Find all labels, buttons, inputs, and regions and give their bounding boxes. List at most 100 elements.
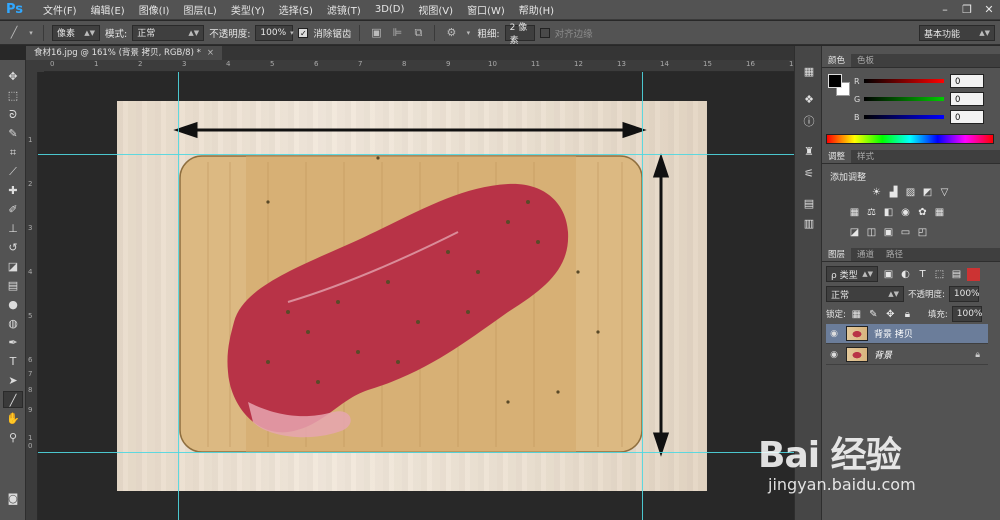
color-lookup-icon[interactable]: ▦	[933, 206, 946, 219]
exposure-icon[interactable]: ◩	[921, 186, 934, 199]
menu-filter[interactable]: 滤镜(T)	[320, 2, 368, 17]
quick-select-tool-icon[interactable]: ✎	[3, 125, 23, 142]
lasso-tool-icon[interactable]: ᘐ	[3, 106, 23, 123]
gradient-tool-icon[interactable]: ▤	[3, 277, 23, 294]
healing-brush-icon[interactable]: ✚	[3, 182, 23, 199]
mode-select[interactable]: 正常 ▲▼	[132, 24, 205, 41]
fill-input[interactable]: 100%	[951, 306, 982, 322]
filter-type-icon[interactable]: T	[916, 268, 929, 281]
menu-help[interactable]: 帮助(H)	[512, 2, 561, 17]
lock-transparent-icon[interactable]: ▦	[850, 308, 863, 321]
crop-tool-icon[interactable]: ⌗	[3, 144, 23, 161]
quick-mask-icon[interactable]: ◙	[3, 490, 23, 507]
brush-tool-icon[interactable]: ✐	[3, 201, 23, 218]
character-icon[interactable]: ▥	[800, 216, 818, 232]
chevron-down-icon[interactable]: ▾	[27, 25, 35, 41]
filter-smart-object-icon[interactable]: ▤	[950, 268, 963, 281]
menu-type[interactable]: 类型(Y)	[224, 2, 272, 17]
layer-row[interactable]: ◉ 背景 🔒︎	[826, 345, 988, 365]
chevron-down-icon[interactable]: ▾	[464, 25, 472, 41]
red-slider[interactable]: R 0	[854, 74, 996, 88]
dodge-tool-icon[interactable]: ◍	[3, 315, 23, 332]
green-value[interactable]: 0	[950, 92, 984, 106]
weight-input[interactable]: 2 像素	[504, 23, 535, 46]
gear-icon[interactable]: ⚙	[443, 25, 459, 41]
tab-styles[interactable]: 样式	[851, 150, 880, 163]
filter-adjustment-icon[interactable]: ◐	[899, 268, 912, 281]
history-icon[interactable]: ▦	[800, 64, 818, 80]
menu-select[interactable]: 选择(S)	[272, 2, 320, 17]
workspace-select[interactable]: 基本功能 ▲▼	[919, 25, 995, 41]
curves-icon[interactable]: ▨	[904, 186, 917, 199]
eraser-tool-icon[interactable]: ◪	[3, 258, 23, 275]
red-track[interactable]	[864, 79, 944, 83]
invert-icon[interactable]: ◪	[848, 226, 861, 239]
color-balance-icon[interactable]: ⚖	[865, 206, 878, 219]
gradient-map-icon[interactable]: ▭	[899, 226, 912, 239]
tab-paths[interactable]: 路径	[880, 248, 909, 261]
close-icon[interactable]: ✕	[978, 0, 1000, 20]
tab-color[interactable]: 颜色	[822, 54, 852, 67]
lock-pixels-icon[interactable]: ✎	[867, 308, 880, 321]
document-tab[interactable]: 食材16.jpg @ 161% (背景 拷贝, RGB/8) * ×	[26, 46, 222, 60]
document-canvas[interactable]	[38, 72, 794, 520]
close-icon[interactable]: ×	[207, 48, 214, 58]
selective-color-icon[interactable]: ◰	[916, 226, 929, 239]
tab-layers[interactable]: 图层	[822, 248, 852, 261]
antialias-checkbox[interactable]: ✓	[298, 27, 309, 38]
layer-opacity-input[interactable]: 100%	[948, 286, 980, 302]
blend-mode-select[interactable]: 正常 ▲▼	[826, 286, 904, 302]
green-slider[interactable]: G 0	[854, 92, 996, 106]
green-track[interactable]	[864, 97, 944, 101]
hue-saturation-icon[interactable]: ▦	[848, 206, 861, 219]
tab-channels[interactable]: 通道	[851, 248, 880, 261]
restore-icon[interactable]: ❐	[956, 0, 978, 20]
zoom-tool-icon[interactable]: ⚲	[3, 429, 23, 446]
type-tool-icon[interactable]: T	[3, 353, 23, 370]
tab-swatches[interactable]: 色板	[851, 54, 880, 67]
actions-icon[interactable]: ❖	[800, 92, 818, 108]
line-tool-preset-icon[interactable]: ╱	[6, 25, 22, 41]
layer-row[interactable]: ◉ 背景 拷贝	[826, 324, 988, 344]
path-arrangement-icon[interactable]: ⧉	[410, 25, 426, 41]
red-value[interactable]: 0	[950, 74, 984, 88]
menu-window[interactable]: 窗口(W)	[460, 2, 512, 17]
channel-mixer-icon[interactable]: ✿	[916, 206, 929, 219]
guide-horizontal[interactable]	[38, 452, 794, 453]
black-white-icon[interactable]: ◧	[882, 206, 895, 219]
menu-view[interactable]: 视图(V)	[411, 2, 460, 17]
layer-filter-select[interactable]: ρ 类型 ▲▼	[826, 266, 878, 282]
blue-track[interactable]	[864, 115, 944, 119]
filter-pixel-icon[interactable]: ▣	[882, 268, 895, 281]
menu-edit[interactable]: 编辑(E)	[84, 2, 132, 17]
filter-toggle-icon[interactable]	[967, 267, 980, 281]
move-tool-icon[interactable]: ✥	[3, 68, 23, 85]
clone-stamp-icon[interactable]: ⊥	[3, 220, 23, 237]
visibility-eye-icon[interactable]: ◉	[826, 350, 842, 360]
lock-all-icon[interactable]: 🔒︎	[901, 308, 914, 321]
tab-adjustments[interactable]: 调整	[822, 150, 852, 163]
visibility-eye-icon[interactable]: ◉	[826, 329, 842, 339]
vibrance-icon[interactable]: ▽	[938, 186, 951, 199]
menu-file[interactable]: 文件(F)	[36, 2, 84, 17]
blur-tool-icon[interactable]: ●	[3, 296, 23, 313]
properties-icon[interactable]: ⚟	[800, 166, 818, 182]
foreground-color-chip[interactable]	[828, 74, 842, 88]
align-edges-checkbox[interactable]	[539, 27, 550, 38]
filter-shape-icon[interactable]: ⬚	[933, 268, 946, 281]
path-alignment-icon[interactable]: ⊫	[389, 25, 405, 41]
brightness-icon[interactable]: ☀	[870, 186, 883, 199]
path-select-icon[interactable]: ➤	[3, 372, 23, 389]
minimize-icon[interactable]: –	[934, 0, 956, 20]
history-brush-icon[interactable]: ↺	[3, 239, 23, 256]
line-tool-icon[interactable]: ╱	[3, 391, 23, 408]
menu-3d[interactable]: 3D(D)	[368, 4, 412, 15]
opacity-input[interactable]: 100% ▾	[255, 24, 294, 41]
brush-presets-icon[interactable]: ♜	[800, 144, 818, 160]
unit-select[interactable]: 像素 ▲▼	[52, 24, 100, 41]
hand-tool-icon[interactable]: ✋	[3, 410, 23, 427]
path-operations-icon[interactable]: ▣	[368, 25, 384, 41]
blue-slider[interactable]: B 0	[854, 110, 996, 124]
guide-horizontal[interactable]	[38, 154, 794, 155]
threshold-icon[interactable]: ▣	[882, 226, 895, 239]
